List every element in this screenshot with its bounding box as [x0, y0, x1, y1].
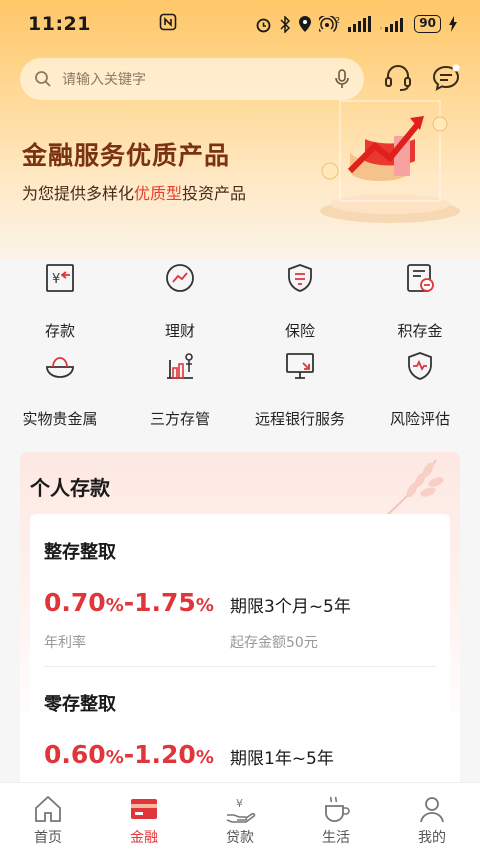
rate-low-percent: %: [105, 747, 124, 768]
insurance-icon: [288, 264, 312, 292]
rate-low-percent: %: [105, 595, 124, 616]
svg-text:◦: ◦: [379, 25, 383, 32]
hero-subtitle-highlight: 优质型: [134, 184, 183, 203]
remote-bank-icon: [286, 353, 314, 379]
charging-icon: [449, 16, 457, 32]
service-custody[interactable]: 三方存管: [120, 350, 240, 430]
tab-label: 首页: [34, 830, 62, 846]
hero-title: 金融服务优质产品: [22, 141, 231, 170]
bottom-tab-bar: 首页 金融 ¥ 贷款 生活 我的: [0, 782, 480, 854]
alarm-icon: [256, 18, 271, 32]
service-risk-assessment[interactable]: 风险评估: [360, 350, 480, 430]
tab-label: 金融: [130, 830, 158, 846]
service-grid: ¥ 存款 理财 保险 积存金 实物贵金属 三方存管 远程银行服务 风险评估: [0, 250, 480, 440]
tab-label: 生活: [322, 830, 350, 846]
coffee-icon: [325, 796, 350, 822]
service-gold-ingot[interactable]: 实物贵金属: [0, 350, 120, 430]
product-name: 整存整取: [44, 542, 116, 563]
rate-high-percent: %: [195, 595, 214, 616]
rate-high-percent: %: [195, 747, 214, 768]
service-label: 理财: [164, 322, 195, 340]
hotspot-icon: 2: [319, 15, 340, 32]
interest-rate: 0.60%-1.20%: [44, 740, 214, 769]
signal-2-icon: ◦: [379, 18, 404, 32]
service-remote-bank[interactable]: 远程银行服务: [240, 350, 360, 430]
product-installment[interactable]: 零存整取 0.60%-1.20% 期限1年~5年: [44, 690, 436, 769]
svg-text:¥: ¥: [52, 272, 60, 287]
status-bar: 11:21 2 ◦ 90: [0, 0, 480, 48]
deposit-icon: ¥: [46, 264, 74, 292]
service-label: 风险评估: [389, 410, 450, 428]
tab-label: 我的: [418, 830, 446, 846]
signal-icon: [348, 16, 372, 32]
location-icon: [299, 15, 312, 32]
rate-low: 0.70: [44, 588, 106, 617]
service-label: 保险: [284, 322, 315, 340]
microphone-icon[interactable]: [334, 69, 350, 89]
divider: [44, 666, 436, 667]
risk-shield-icon: [408, 352, 432, 380]
panel-title: 个人存款: [30, 476, 110, 500]
min-amount: 起存金额50元: [230, 635, 318, 651]
customer-service-icon[interactable]: [382, 62, 414, 94]
hero-subtitle: 为您提供多样化优质型投资产品: [22, 180, 246, 204]
rate-label: 年利率: [44, 635, 86, 651]
message-icon[interactable]: [430, 62, 462, 94]
product-name: 零存整取: [44, 694, 116, 715]
tab-finance[interactable]: 金融: [96, 783, 192, 854]
gold-ingot-icon: [46, 357, 74, 378]
growth-chart-illustration: [320, 100, 460, 223]
service-deposit[interactable]: ¥ 存款: [0, 262, 120, 342]
rate-low: 0.60: [44, 740, 106, 769]
product-lump-sum[interactable]: 整存整取 0.70%-1.75% 期限3个月~5年 年利率 起存金额50元: [44, 538, 436, 651]
service-label: 远程银行服务: [254, 410, 345, 428]
finance-card-icon: [131, 799, 157, 819]
user-icon: [420, 797, 444, 823]
search-icon: [35, 71, 51, 87]
wealth-icon: [166, 264, 194, 292]
service-wealth[interactable]: 理财: [120, 262, 240, 342]
service-insurance[interactable]: 保险: [240, 262, 360, 342]
search-bar[interactable]: 请输入关键字: [20, 58, 364, 100]
status-time: 11:21: [28, 13, 91, 35]
service-label: 三方存管: [149, 410, 210, 428]
battery-indicator: 90: [414, 15, 441, 33]
tab-life[interactable]: 生活: [288, 783, 384, 854]
rate-high: 1.20: [134, 740, 196, 769]
service-label: 存款: [44, 322, 75, 340]
service-label: 积存金: [397, 322, 443, 340]
tab-label: 贷款: [226, 830, 254, 846]
search-placeholder: 请输入关键字: [62, 72, 146, 88]
product-term: 期限1年~5年: [230, 749, 334, 769]
hero-subtitle-suffix: 投资产品: [182, 184, 247, 203]
tab-mine[interactable]: 我的: [384, 783, 480, 854]
service-label: 实物贵金属: [22, 410, 98, 428]
svg-text:¥: ¥: [236, 797, 243, 810]
nfc-icon: [159, 13, 177, 35]
tab-home[interactable]: 首页: [0, 783, 96, 854]
loan-icon: ¥: [226, 797, 256, 823]
status-icons: 2 ◦ 90: [255, 15, 458, 33]
home-icon: [35, 795, 61, 822]
hero-subtitle-prefix: 为您提供多样化: [22, 184, 135, 203]
bluetooth-icon: [280, 15, 291, 33]
product-term: 期限3个月~5年: [230, 597, 351, 617]
custody-icon: [167, 353, 193, 379]
svg-text:2: 2: [335, 16, 340, 25]
service-gold-accumulation[interactable]: 积存金: [360, 262, 480, 342]
rate-high: 1.75: [134, 588, 196, 617]
interest-rate: 0.70%-1.75%: [44, 588, 214, 617]
tab-loan[interactable]: ¥ 贷款: [192, 783, 288, 854]
gold-accumulation-icon: [407, 264, 434, 292]
wheat-icon: [385, 459, 444, 517]
